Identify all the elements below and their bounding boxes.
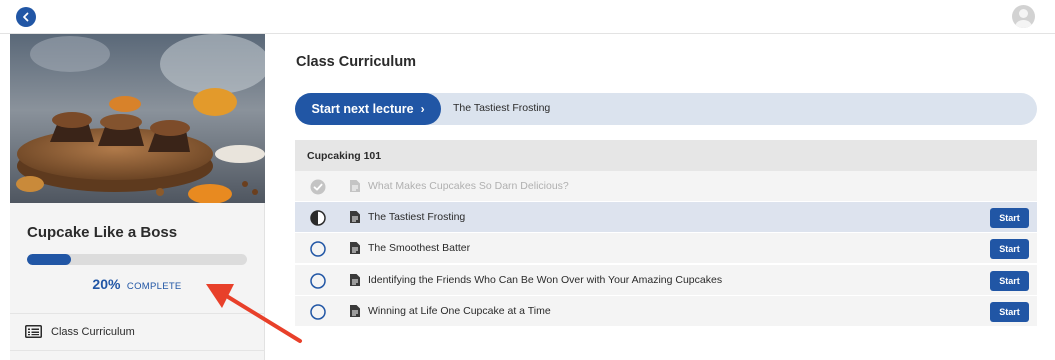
progress-complete-label: COMPLETE xyxy=(126,281,182,292)
sidebar-divider xyxy=(10,350,265,351)
course-progress-fill xyxy=(27,254,71,265)
chevron-right-icon: › xyxy=(420,102,425,116)
lecture-title: Identifying the Friends Who Can Be Won O… xyxy=(368,274,723,286)
not-started-circle-icon xyxy=(310,273,326,289)
start-next-lecture-label: Start next lecture xyxy=(311,102,414,116)
document-icon xyxy=(350,211,360,223)
document-icon xyxy=(350,305,360,317)
document-icon xyxy=(350,274,360,286)
page-title: Class Curriculum xyxy=(296,54,417,70)
lecture-title: Winning at Life One Cupcake at a Time xyxy=(368,305,551,317)
start-next-bar: Start next lecture › The Tastiest Frosti… xyxy=(295,93,1037,125)
lecture-title: The Tastiest Frosting xyxy=(368,211,466,223)
lecture-row[interactable]: What Makes Cupcakes So Darn Delicious? xyxy=(295,171,1037,202)
back-button[interactable] xyxy=(16,7,36,27)
start-lecture-button[interactable]: Start xyxy=(990,239,1029,259)
completed-check-icon xyxy=(310,179,326,195)
section-header: Cupcaking 101 xyxy=(295,140,1037,171)
sidebar-item-label: Class Curriculum xyxy=(51,326,135,338)
course-progress-bar xyxy=(27,254,247,265)
half-progress-icon xyxy=(310,210,326,226)
lecture-title: The Smoothest Batter xyxy=(368,242,471,254)
not-started-circle-icon xyxy=(310,241,326,257)
lecture-row[interactable]: Winning at Life One Cupcake at a Time St… xyxy=(295,296,1037,327)
start-lecture-button[interactable]: Start xyxy=(990,208,1029,228)
lecture-row[interactable]: Identifying the Friends Who Can Be Won O… xyxy=(295,265,1037,296)
next-lecture-title: The Tastiest Frosting xyxy=(453,102,551,114)
annotation-arrow-icon xyxy=(206,284,302,343)
chevron-left-icon xyxy=(23,12,29,22)
lecture-row[interactable]: The Tastiest Frosting Start xyxy=(295,202,1037,233)
document-icon xyxy=(350,242,360,254)
lecture-row[interactable]: The Smoothest Batter Start xyxy=(295,233,1037,264)
start-lecture-button[interactable]: Start xyxy=(990,271,1029,291)
lecture-title: What Makes Cupcakes So Darn Delicious? xyxy=(368,180,569,192)
start-next-lecture-button[interactable]: Start next lecture › xyxy=(295,93,441,125)
start-lecture-button[interactable]: Start xyxy=(990,302,1029,322)
top-bar xyxy=(0,0,1055,34)
section-title: Cupcaking 101 xyxy=(307,150,382,162)
course-image xyxy=(10,34,265,203)
curriculum-list-icon xyxy=(25,325,42,338)
not-started-circle-icon xyxy=(310,304,326,320)
document-icon xyxy=(350,180,360,192)
user-avatar-icon[interactable] xyxy=(1012,5,1035,28)
progress-percent: 20% xyxy=(92,276,121,292)
course-title: Cupcake Like a Boss xyxy=(27,224,178,241)
